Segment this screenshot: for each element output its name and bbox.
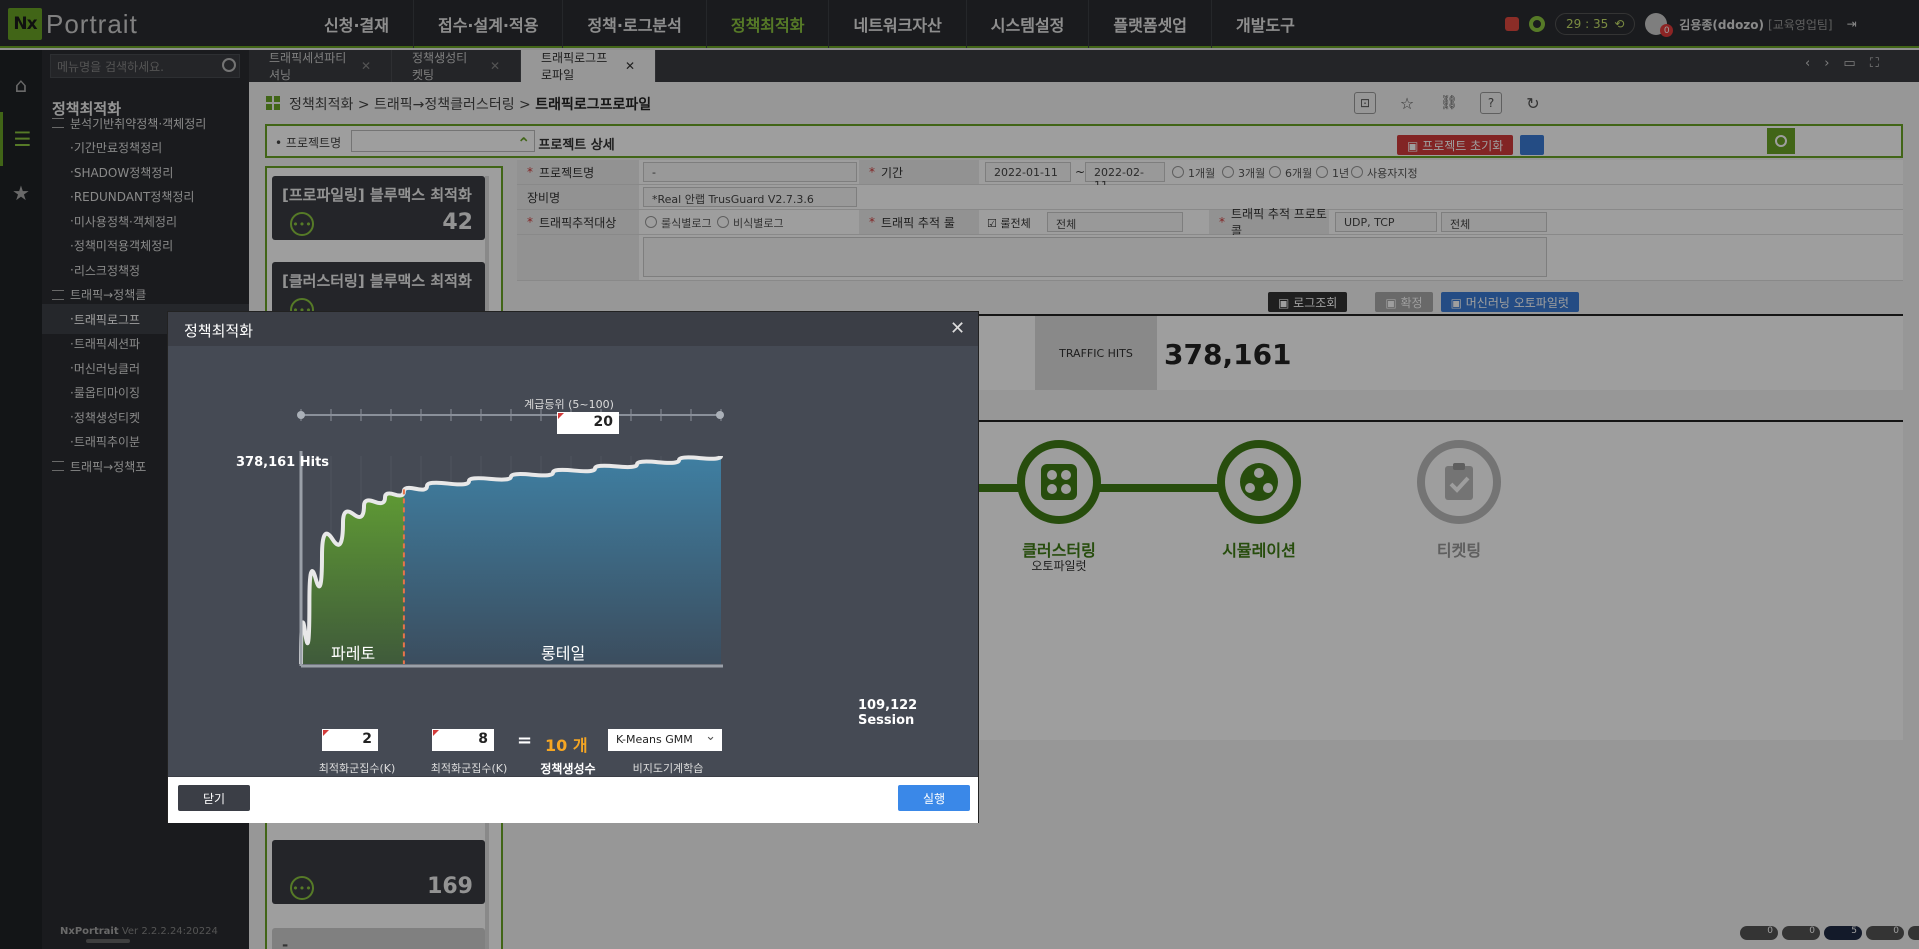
run-button[interactable]: 실행: [898, 785, 970, 811]
total-label: 정책생성수: [540, 762, 596, 776]
k1-label: 최적화군집수(K): [318, 762, 396, 775]
modal-title: 정책최적화: [184, 322, 254, 340]
slider-end: [716, 411, 724, 419]
x-axis-label: 109,122 Session: [858, 698, 918, 728]
equals-sign: =: [517, 730, 533, 751]
longtail-area: [403, 456, 721, 664]
slider-label: 계급등위 (5~100): [524, 398, 614, 411]
total-policies: 10 개: [545, 736, 588, 755]
k2-label: 최적화군집수(K): [430, 762, 508, 775]
close-icon[interactable]: ✕: [950, 318, 965, 339]
algorithm-select[interactable]: K-Means GMM: [608, 729, 722, 751]
modal-footer: 닫기 실행: [168, 777, 978, 823]
longtail-label: 롱테일: [541, 644, 586, 663]
modal-body: 계급등위 (5~100) 20 378,161 Hits 109,122 Ses…: [168, 346, 978, 776]
pareto-label: 파레토: [331, 644, 376, 663]
slider-end: [297, 411, 305, 419]
slider-value-input[interactable]: 20: [557, 412, 619, 434]
close-button[interactable]: 닫기: [178, 785, 250, 811]
policy-optimization-modal: 정책최적화 ✕ 계급등위 (5~100) 20 378,161 Hits 109…: [167, 311, 979, 823]
algorithm-label: 비지도기계학습: [632, 762, 704, 775]
y-axis-label: 378,161 Hits: [236, 455, 330, 470]
k1-input[interactable]: 2: [322, 729, 378, 751]
k2-input[interactable]: 8: [432, 729, 494, 751]
